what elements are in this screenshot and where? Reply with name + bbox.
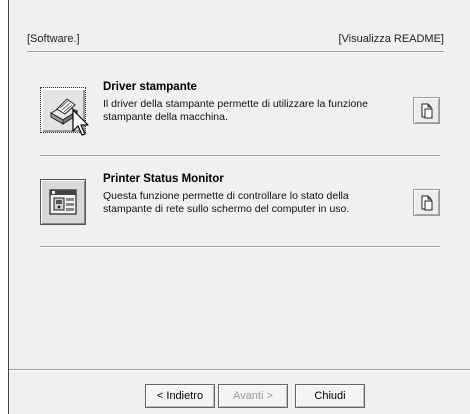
item-desc-line: stampante della macchina. <box>103 111 228 123</box>
item-desc-status-monitor: Questa funzione permette di controllare … <box>103 190 393 216</box>
next-button[interactable]: Avanti > <box>218 384 288 408</box>
item-divider <box>40 155 440 157</box>
item-divider <box>40 246 440 248</box>
software-heading: [Software.] <box>27 33 80 45</box>
mouse-cursor-icon <box>72 109 89 136</box>
back-button[interactable]: < Indietro <box>145 384 215 408</box>
item-desc-line: Questa funzione permette di controllare … <box>103 190 349 202</box>
item-desc-line: stampante di rete sullo schermo del comp… <box>103 203 350 215</box>
readme-button-driver[interactable] <box>413 97 440 124</box>
readme-button-status-monitor[interactable] <box>413 189 440 216</box>
document-icon <box>421 103 432 118</box>
readme-heading: [Visualizza README] <box>338 33 444 45</box>
item-desc-line: Il driver della stampante permette di ut… <box>103 98 368 110</box>
document-icon <box>421 195 432 210</box>
status-monitor-icon <box>49 189 77 215</box>
close-button[interactable]: Chiudi <box>295 384 365 408</box>
section-header: [Software.] [Visualizza README] <box>27 33 444 49</box>
footer-divider <box>9 369 470 371</box>
header-divider <box>27 51 444 53</box>
item-title-driver: Driver stampante <box>103 81 197 93</box>
item-desc-driver: Il driver della stampante permette di ut… <box>103 98 393 124</box>
printer-status-monitor-button[interactable] <box>40 179 86 225</box>
item-title-status-monitor: Printer Status Monitor <box>103 173 224 185</box>
